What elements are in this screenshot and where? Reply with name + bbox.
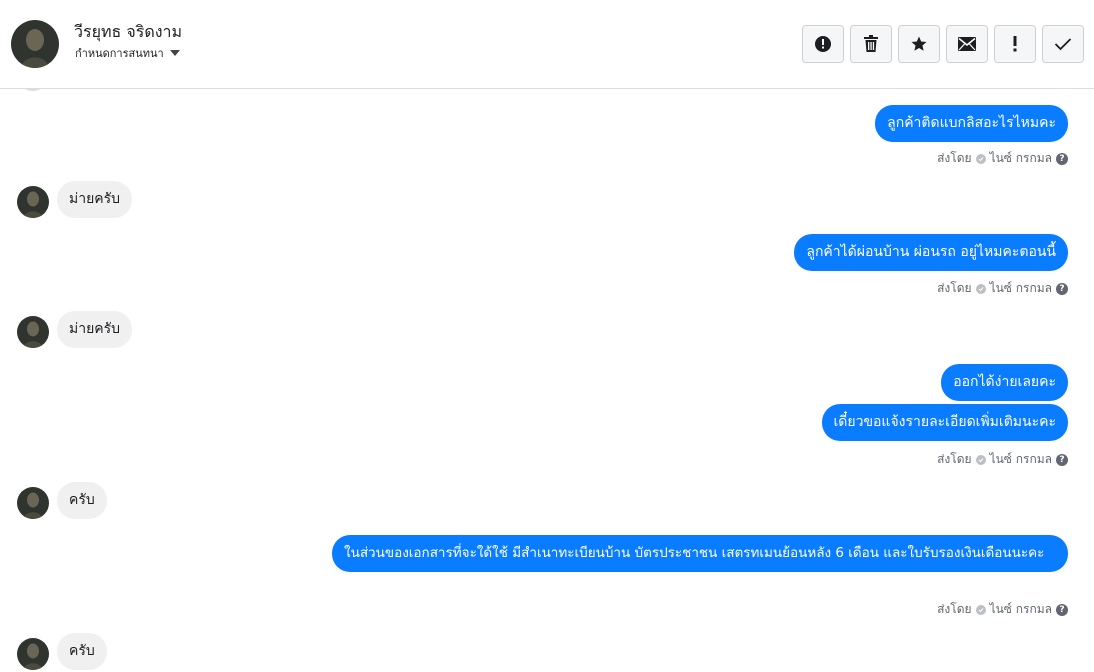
help-icon[interactable]: ? (1056, 453, 1068, 466)
contact-avatar[interactable] (11, 20, 59, 68)
help-icon[interactable]: ? (1056, 152, 1068, 165)
outgoing-message[interactable]: ลูกค้าได้ผ่อนบ้าน ผ่อนรถ อยู่ไหมคะตอนนี้ (794, 234, 1068, 271)
trash-icon (864, 35, 878, 52)
mark-unread-button[interactable] (946, 25, 988, 63)
message-thread[interactable]: ลูกค้าติดแบกลิสอะไรไหมคะ ส่งโดย ไนซ์ กรก… (0, 89, 1094, 672)
partial-avatar (17, 89, 49, 91)
star-icon (911, 36, 927, 51)
assign-conversation-dropdown[interactable]: กำหนดการสนทนา (75, 44, 180, 62)
contact-avatar-small[interactable] (17, 487, 49, 519)
verified-icon (975, 454, 986, 465)
assign-conversation-label: กำหนดการสนทนา (75, 47, 164, 60)
sent-by-label: ส่งโดย (937, 602, 972, 616)
sent-by-label: ส่งโดย (937, 452, 972, 466)
delete-button[interactable] (850, 25, 892, 63)
message-meta: ส่งโดย ไนซ์ กรกมล ? (937, 450, 1068, 469)
incoming-message[interactable]: ม่ายครับ (57, 181, 133, 218)
envelope-icon (958, 37, 976, 51)
conversation-header: วีรยุทธ จริดงาม กำหนดการสนทนา (0, 0, 1094, 89)
header-toolbar (802, 25, 1084, 63)
sender-name[interactable]: ไนซ์ กรกมล (990, 279, 1052, 298)
incoming-message[interactable]: ม่ายครับ (57, 311, 133, 348)
mark-spam-button[interactable] (802, 25, 844, 63)
outgoing-message[interactable]: ในส่วนของเอกสารที่จะใด้ใช้ มีสำเนาทะเบีย… (332, 535, 1068, 572)
contact-avatar-small[interactable] (17, 316, 49, 348)
sent-by-label: ส่งโดย (937, 151, 972, 165)
sender-name[interactable]: ไนซ์ กรกมล (990, 149, 1052, 168)
incoming-message[interactable]: ครับ (57, 633, 107, 670)
help-icon[interactable]: ? (1056, 282, 1068, 295)
contact-avatar-small[interactable] (17, 186, 49, 218)
outgoing-message[interactable]: ลูกค้าติดแบกลิสอะไรไหมคะ (875, 105, 1068, 142)
message-meta: ส่งโดย ไนซ์ กรกมล ? (937, 279, 1068, 298)
verified-icon (975, 604, 986, 615)
verified-icon (975, 153, 986, 164)
incoming-message[interactable]: ครับ (57, 482, 107, 519)
message-meta: ส่งโดย ไนซ์ กรกมล ? (937, 149, 1068, 168)
check-icon (1054, 38, 1072, 51)
caret-down-icon (169, 50, 180, 56)
contact-name[interactable]: วีรยุทธ จริดงาม (74, 20, 182, 45)
verified-icon (975, 283, 986, 294)
sender-name[interactable]: ไนซ์ กรกมล (990, 450, 1052, 469)
contact-avatar-small[interactable] (17, 638, 49, 670)
sent-by-label: ส่งโดย (937, 281, 972, 295)
alert-circle-icon (815, 36, 831, 52)
follow-up-button[interactable] (994, 25, 1036, 63)
sender-name[interactable]: ไนซ์ กรกมล (990, 600, 1052, 619)
outgoing-message[interactable]: ออกได้ง่ายเลยคะ (941, 364, 1068, 401)
star-button[interactable] (898, 25, 940, 63)
message-meta: ส่งโดย ไนซ์ กรกมล ? (937, 600, 1068, 619)
mark-done-button[interactable] (1042, 25, 1084, 63)
help-icon[interactable]: ? (1056, 603, 1068, 616)
exclamation-icon (1013, 36, 1017, 52)
outgoing-message[interactable]: เดี๋ยวขอแจ้งรายละเอียดเพิ่มเติมนะคะ (821, 404, 1068, 441)
